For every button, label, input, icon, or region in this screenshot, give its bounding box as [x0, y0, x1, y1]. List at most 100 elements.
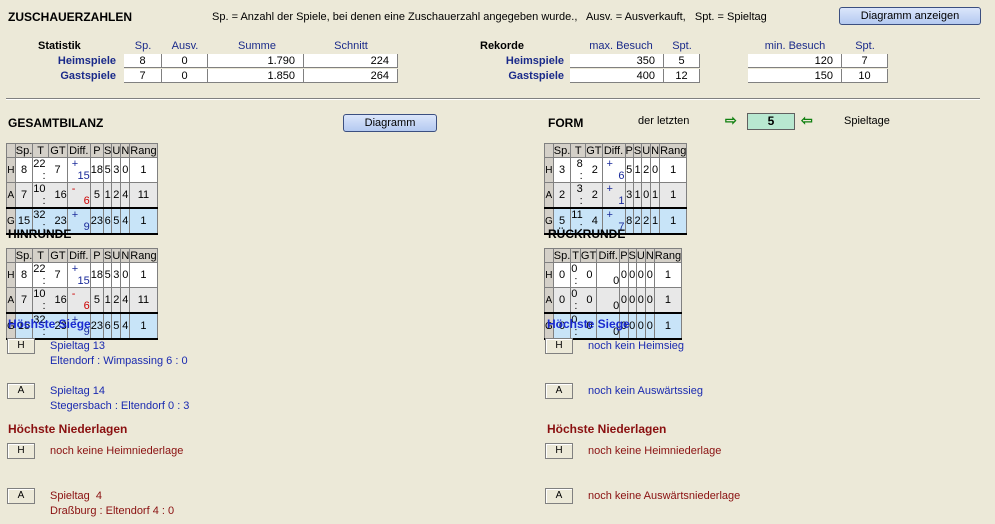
- rek-heim-min-spt: 7: [842, 54, 888, 68]
- col-header: P: [89, 248, 105, 263]
- col-header: T: [570, 248, 581, 263]
- stat-heim-summe: 1.790: [208, 54, 304, 68]
- col-header: Diff.: [66, 143, 91, 158]
- left-siege-a-line1: Spieltag 14: [50, 385, 106, 397]
- cell-u: 0: [635, 312, 646, 340]
- left-siege-a-line2: Stegersbach : Eltendorf 0 : 3: [50, 400, 190, 412]
- cell-u: 2: [111, 182, 122, 209]
- cell-u: 0: [635, 287, 646, 314]
- diff-sign: +: [606, 209, 613, 221]
- right-siege-h-line1: noch kein Heimsieg: [588, 340, 684, 352]
- stat-gast-ausv: 0: [162, 69, 208, 83]
- left-siege-h-button[interactable]: H: [7, 338, 35, 354]
- col-header: N: [650, 143, 661, 158]
- left-nieder-h-button[interactable]: H: [7, 443, 35, 459]
- col-header: P: [619, 248, 629, 263]
- table-row: H38 :2 +6 5 1 2 0 1: [544, 157, 688, 183]
- header-corner: [6, 248, 16, 263]
- diff-sign: +: [71, 263, 79, 275]
- form-spieltage-input[interactable]: 5: [747, 113, 795, 130]
- form-title: FORM: [548, 116, 584, 130]
- rek-gast-min: 150: [748, 69, 842, 83]
- left-siege-a-button[interactable]: A: [7, 383, 35, 399]
- cell-n: 0: [644, 312, 655, 340]
- legend-text: Sp. = Anzahl der Spiele, bei denen eine …: [212, 11, 767, 23]
- arrow-right-icon[interactable]: ⇨: [725, 112, 737, 129]
- diagramm-anzeigen-button[interactable]: Diagramm anzeigen: [839, 7, 981, 25]
- cell-gt: 16: [48, 182, 68, 209]
- cell-r: 1: [653, 312, 683, 340]
- cell-t: 0 :: [570, 287, 581, 314]
- diagramm-button[interactable]: Diagramm: [343, 114, 437, 132]
- cell-s: 1: [632, 182, 643, 209]
- cell-r: 1: [659, 182, 688, 209]
- cell-r: 1: [659, 157, 688, 183]
- cell-u: 3: [111, 157, 122, 183]
- cell-k: H: [6, 262, 16, 288]
- cell-p: 8: [624, 207, 634, 235]
- stat-row-heim-label: Heimspiele: [57, 55, 116, 67]
- rek-col-max-spt: Spt.: [672, 40, 692, 52]
- col-header: Sp.: [552, 143, 572, 158]
- cell-p: 23: [89, 207, 105, 235]
- rek-col-max: max. Besuch: [589, 40, 653, 52]
- left-nieder-a-line2: Draßburg : Eltendorf 4 : 0: [50, 505, 175, 517]
- rek-heim-max: 350: [570, 54, 664, 68]
- cell-diff: 0: [596, 262, 621, 288]
- cell-sp: 7: [14, 287, 34, 314]
- cell-n: 0: [644, 262, 655, 288]
- rek-heim-min: 120: [748, 54, 842, 68]
- col-header: N: [120, 248, 131, 263]
- cell-r: 1: [653, 262, 683, 288]
- diff-value: 6: [83, 300, 90, 312]
- section-separator: [6, 98, 980, 100]
- right-siege-h-button[interactable]: H: [545, 338, 573, 354]
- cell-n: 0: [120, 262, 131, 288]
- cell-r: 11: [129, 287, 158, 314]
- arrow-left-icon[interactable]: ⇦: [801, 112, 813, 129]
- diff-value: 9: [83, 221, 90, 233]
- cell-u: 3: [111, 262, 122, 288]
- cell-p: 5: [624, 157, 634, 183]
- right-nieder-a-line1: noch keine Auswärtsniederlage: [588, 490, 741, 502]
- diff-value: 0: [613, 275, 620, 287]
- col-header: S: [632, 143, 643, 158]
- cell-sp: 7: [14, 182, 34, 209]
- right-siege-a-button[interactable]: A: [545, 383, 573, 399]
- cell-gt: 0: [580, 287, 598, 314]
- form-post-label: Spieltage: [844, 115, 890, 127]
- cell-p: 5: [89, 287, 105, 314]
- cell-t: 10 :: [32, 182, 49, 209]
- cell-diff: +15: [66, 262, 91, 288]
- cell-gt: 2: [585, 157, 603, 183]
- right-nieder-h-button[interactable]: H: [545, 443, 573, 459]
- col-header: GT: [579, 248, 598, 263]
- cell-u: 2: [111, 287, 122, 314]
- rek-row-heim-label: Heimspiele: [505, 55, 564, 67]
- col-header: Sp.: [552, 248, 572, 263]
- cell-r: 1: [659, 207, 688, 235]
- right-nieder-a-button[interactable]: A: [545, 488, 573, 504]
- col-header: Diff.: [601, 143, 626, 158]
- col-header: T: [32, 248, 50, 263]
- cell-sp: 8: [14, 157, 34, 183]
- cell-n: 4: [120, 287, 131, 314]
- diff-value: 6: [83, 195, 90, 207]
- cell-r: 11: [129, 182, 158, 209]
- right-hoechste-niederlagen-title: Höchste Niederlagen: [547, 422, 667, 436]
- left-nieder-a-line1: Spieltag 4: [50, 490, 102, 502]
- cell-t: 0 :: [570, 262, 581, 288]
- col-header: GT: [48, 248, 68, 263]
- cell-r: 1: [129, 157, 158, 183]
- cell-n: 0: [644, 287, 655, 314]
- cell-s: 2: [632, 207, 643, 235]
- cell-diff: -6: [66, 287, 91, 314]
- cell-t: 22 :: [32, 157, 49, 183]
- cell-t: 22 :: [32, 262, 49, 288]
- cell-diff: -6: [66, 182, 91, 209]
- left-hoechste-siege-title: Höchste Siege: [8, 317, 91, 331]
- left-nieder-a-button[interactable]: A: [7, 488, 35, 504]
- col-header: N: [644, 248, 655, 263]
- cell-gt: 2: [585, 182, 603, 209]
- stat-row-gast-label: Gastspiele: [60, 70, 116, 82]
